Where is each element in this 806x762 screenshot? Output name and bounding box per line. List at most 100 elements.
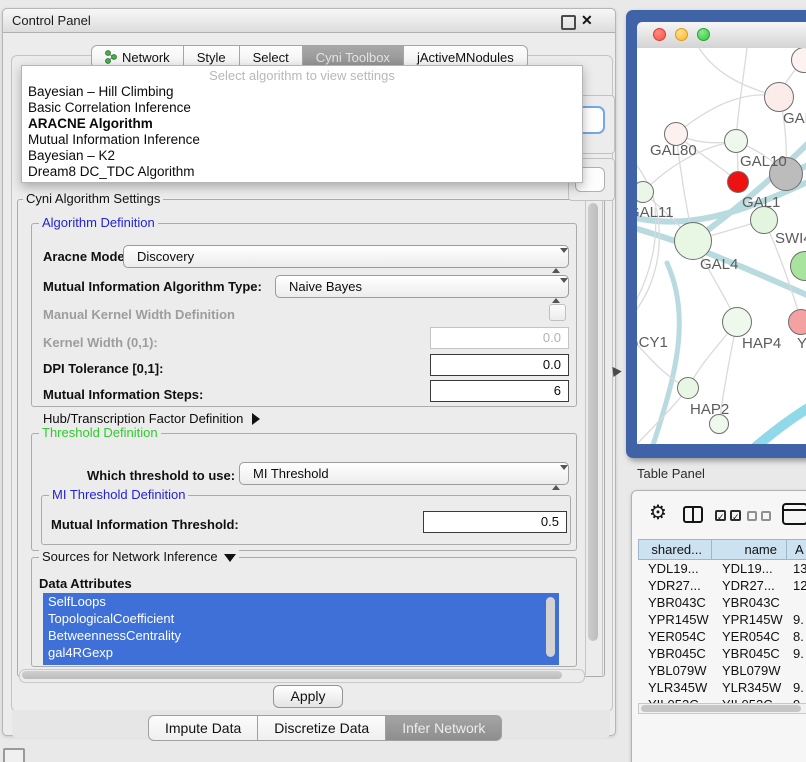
mi-steps-field[interactable]: 6: [430, 380, 569, 402]
tab-label: jActiveMNodules: [417, 50, 514, 65]
node-label: GAL1: [742, 194, 780, 211]
algorithm-option-bayesian-hill-climbing[interactable]: Bayesian – Hill Climbing: [22, 84, 582, 100]
network-node-gal[interactable]: [764, 82, 794, 112]
column-header-shared-name[interactable]: shared...: [638, 539, 712, 560]
expanded-arrow-icon[interactable]: [224, 554, 236, 562]
algorithm-option-aracne-algorithm[interactable]: ARACNE Algorithm: [22, 116, 582, 132]
columns-icon[interactable]: [683, 506, 703, 523]
network-node-gal1[interactable]: [727, 171, 749, 193]
algorithm-option-bayesian-k2[interactable]: Bayesian – K2: [22, 148, 582, 164]
algorithm-popup-placeholder: Select algorithm to view settings: [22, 66, 582, 84]
attributes-scrollbar-thumb[interactable]: [546, 597, 555, 657]
table-cell: YER054C: [712, 628, 787, 645]
tab-label: Cyni Toolbox: [316, 50, 390, 65]
sources-title[interactable]: Sources for Network Inference: [39, 550, 239, 564]
network-canvas[interactable]: GALGAL80GAL10GAL1GAL11SWI4GAL4GCY1HAP4YH…: [637, 48, 806, 444]
dpi-tolerance-label: DPI Tolerance [0,1]:: [43, 361, 163, 376]
gear-icon[interactable]: ⚙: [649, 503, 667, 523]
table-cell: YLR345W: [638, 679, 712, 696]
network-node-gal10[interactable]: [724, 129, 748, 153]
table-cell: [787, 662, 806, 679]
algorithm-option-dream8-dc-tdc-algorithm[interactable]: Dream8 DC_TDC Algorithm: [22, 164, 582, 180]
zoom-traffic-light[interactable]: [697, 28, 710, 41]
table-row[interactable]: YPR145WYPR145W9.: [638, 611, 806, 628]
close-traffic-light[interactable]: [653, 28, 666, 41]
mi-steps-label: Mutual Information Steps:: [43, 387, 203, 402]
close-panel-icon[interactable]: ✕: [581, 12, 593, 29]
table-row[interactable]: YDR27...YDR27...12: [638, 577, 806, 594]
minimize-traffic-light[interactable]: [675, 28, 688, 41]
minimized-panel-icon[interactable]: [3, 748, 25, 762]
table-row[interactable]: YDL19...YDL19...13: [638, 560, 806, 577]
stepper-arrows-icon: [552, 280, 560, 301]
cyni-algorithm-settings-title: Cyni Algorithm Settings: [23, 192, 163, 206]
kernel-width-label: Kernel Width (0,1):: [43, 335, 158, 350]
screen: Control Panel ✕ NetworkStyleSelectCyni T…: [0, 0, 806, 762]
table-row[interactable]: YBR043CYBR043C: [638, 594, 806, 611]
data-attributes-list[interactable]: SelfLoopsTopologicalCoefficientBetweenne…: [43, 593, 559, 665]
tab-impute-data[interactable]: Impute Data: [148, 715, 258, 741]
table-row[interactable]: YBL079WYBL079W: [638, 662, 806, 679]
table-row[interactable]: YIL052CYIL052C9: [638, 696, 806, 703]
mi-threshold-field[interactable]: 0.5: [423, 511, 567, 533]
attribute-selfloops[interactable]: SelfLoops: [43, 593, 559, 610]
tab-discretize-data[interactable]: Discretize Data: [258, 715, 386, 741]
table-cell: 9.: [787, 611, 806, 628]
mi-algorithm-type-combo[interactable]: Naive Bayes: [275, 275, 569, 298]
column-header-partial[interactable]: A: [787, 539, 806, 560]
tab-infer-network[interactable]: Infer Network: [386, 715, 502, 741]
tab-label: Select: [253, 50, 289, 65]
table-cell: 8.: [787, 628, 806, 645]
settings-vertical-scrollbar-thumb[interactable]: [588, 203, 598, 641]
table-horizontal-scrollbar[interactable]: [638, 703, 806, 714]
node-label: Y: [797, 335, 806, 352]
stepper-arrows-icon: [552, 250, 560, 271]
algorithm-definition-title: Algorithm Definition: [39, 216, 158, 230]
table-header-row: shared... name A: [638, 539, 806, 560]
control-panel-title: Control Panel: [12, 13, 91, 28]
float-window-icon[interactable]: [561, 15, 576, 30]
which-threshold-combo[interactable]: MI Threshold: [239, 462, 569, 485]
table-cell: 9.: [787, 645, 806, 662]
node-table: shared... name A YDL19...YDL19...13YDR27…: [638, 539, 806, 703]
aracne-mode-combo[interactable]: Discovery: [123, 245, 569, 268]
settings-horizontal-scrollbar-thumb[interactable]: [22, 671, 562, 679]
which-threshold-label: Which threshold to use:: [87, 468, 235, 483]
control-panel-tabs: NetworkStyleSelectCyni ToolboxjActiveMNo…: [91, 45, 528, 67]
panel-icon[interactable]: [782, 503, 806, 525]
deselect-all-checkboxes-icon[interactable]: [747, 511, 771, 521]
network-node-hap2[interactable]: [677, 377, 699, 399]
network-node-hap4[interactable]: [722, 307, 752, 337]
settings-horizontal-scrollbar[interactable]: [19, 669, 585, 683]
table-cell: 9: [787, 696, 806, 703]
apply-button[interactable]: Apply: [273, 685, 343, 708]
table-horizontal-scrollbar-thumb[interactable]: [641, 705, 801, 712]
select-all-checkboxes-icon[interactable]: ✓✓: [715, 510, 741, 521]
attribute-gal4rgexp[interactable]: gal4RGexp: [43, 644, 559, 661]
attribute-betweennesscentrality[interactable]: BetweennessCentrality: [43, 627, 559, 644]
dpi-tolerance-field[interactable]: 0.0: [430, 354, 569, 376]
collapsed-arrow-icon[interactable]: [252, 413, 260, 425]
table-row[interactable]: YER054CYER054C8.: [638, 628, 806, 645]
node-label: SWI4: [775, 230, 806, 247]
kernel-width-field[interactable]: 0.0: [430, 327, 569, 349]
node-label: HAP2: [690, 401, 729, 418]
column-header-name[interactable]: name: [712, 539, 787, 560]
settings-vertical-scrollbar[interactable]: [585, 201, 603, 675]
attribute-topologicalcoefficient[interactable]: TopologicalCoefficient: [43, 610, 559, 627]
manual-kernel-width-checkbox[interactable]: [549, 304, 566, 321]
table-cell: YDL19...: [712, 560, 787, 577]
algorithm-option-mutual-information-inference[interactable]: Mutual Information Inference: [22, 132, 582, 148]
table-cell: YBL079W: [638, 662, 712, 679]
data-attributes-label: Data Attributes: [39, 576, 132, 591]
network-node-gal4[interactable]: [674, 222, 712, 260]
table-cell: YDR27...: [712, 577, 787, 594]
table-row[interactable]: YLR345WYLR345W9.: [638, 679, 806, 696]
network-view-window[interactable]: GALGAL80GAL10GAL1GAL11SWI4GAL4GCY1HAP4YH…: [626, 10, 806, 458]
table-cell: YBR045C: [712, 645, 787, 662]
mi-algorithm-type-label: Mutual Information Algorithm Type:: [43, 279, 262, 294]
hub-transcription-factor-section[interactable]: Hub/Transcription Factor Definition: [43, 411, 260, 426]
table-row[interactable]: YBR045CYBR045C9.: [638, 645, 806, 662]
network-window-titlebar[interactable]: [637, 22, 806, 49]
algorithm-option-basic-correlation-inference[interactable]: Basic Correlation Inference: [22, 100, 582, 116]
